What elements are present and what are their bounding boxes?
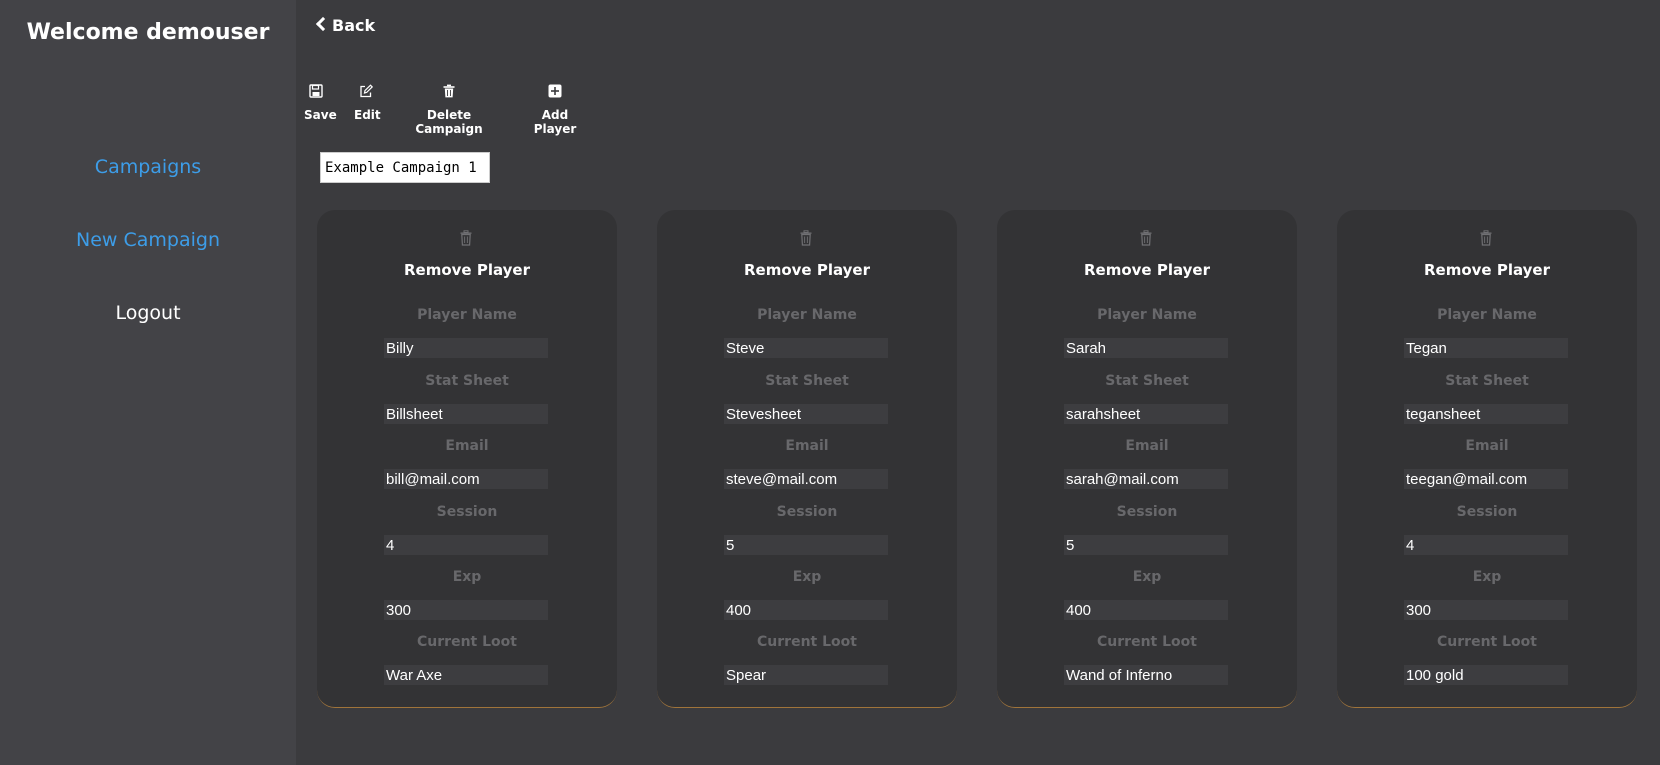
exp-input[interactable] — [1404, 600, 1568, 620]
delete-campaign-label: Delete Campaign — [415, 108, 483, 136]
trash-icon[interactable] — [1139, 230, 1153, 246]
delete-campaign-button[interactable]: Delete Campaign — [398, 84, 500, 136]
save-button[interactable]: Save — [304, 84, 337, 122]
session-label: Session — [1456, 504, 1518, 520]
email-input[interactable] — [1404, 469, 1568, 489]
session-label: Session — [1116, 504, 1178, 520]
player-card: Remove Player Player Name Stat Sheet Ema… — [997, 210, 1297, 708]
remove-player-button[interactable]: Remove Player — [317, 261, 617, 279]
exp-input[interactable] — [1064, 600, 1228, 620]
sidebar: Welcome demouser Campaigns New Campaign … — [0, 0, 296, 765]
exp-label: Exp — [452, 569, 482, 585]
session-input[interactable] — [724, 535, 888, 555]
nav-new-campaign-link[interactable]: New Campaign — [0, 229, 296, 251]
trash-icon — [443, 84, 455, 98]
add-player-button[interactable]: Add Player — [522, 84, 588, 136]
player-name-input[interactable] — [1404, 338, 1568, 358]
edit-label: Edit — [354, 108, 381, 122]
nav-campaigns-link[interactable]: Campaigns — [0, 156, 296, 178]
player-name-input[interactable] — [384, 338, 548, 358]
session-label: Session — [436, 504, 498, 520]
trash-icon[interactable] — [1479, 230, 1493, 246]
email-label: Email — [785, 438, 829, 454]
remove-player-button[interactable]: Remove Player — [657, 261, 957, 279]
current-loot-label: Current Loot — [1097, 634, 1197, 650]
back-label: Back — [332, 16, 376, 35]
save-label: Save — [304, 108, 337, 122]
email-input[interactable] — [1064, 469, 1228, 489]
stat-sheet-label: Stat Sheet — [765, 373, 849, 389]
exp-input[interactable] — [724, 600, 888, 620]
current-loot-label: Current Loot — [417, 634, 517, 650]
campaign-name-input[interactable] — [320, 152, 490, 183]
player-name-input[interactable] — [724, 338, 888, 358]
stat-sheet-input[interactable] — [384, 404, 548, 424]
email-label: Email — [1465, 438, 1509, 454]
current-loot-input[interactable] — [1064, 665, 1228, 685]
player-name-label: Player Name — [757, 307, 857, 323]
session-input[interactable] — [1064, 535, 1228, 555]
plus-square-icon — [548, 84, 562, 98]
current-loot-input[interactable] — [724, 665, 888, 685]
pencil-square-icon — [360, 84, 373, 98]
player-card: Remove Player Player Name Stat Sheet Ema… — [317, 210, 617, 708]
welcome-heading: Welcome demouser — [26, 20, 270, 45]
exp-label: Exp — [1132, 569, 1162, 585]
session-input[interactable] — [1404, 535, 1568, 555]
player-name-label: Player Name — [1437, 307, 1537, 323]
exp-input[interactable] — [384, 600, 548, 620]
main-content: Back Save Edit Delete Campaign Add Playe… — [296, 0, 1660, 765]
remove-player-button[interactable]: Remove Player — [997, 261, 1297, 279]
current-loot-input[interactable] — [384, 665, 548, 685]
session-input[interactable] — [384, 535, 548, 555]
exp-label: Exp — [1472, 569, 1502, 585]
remove-player-button[interactable]: Remove Player — [1337, 261, 1637, 279]
stat-sheet-input[interactable] — [724, 404, 888, 424]
email-input[interactable] — [724, 469, 888, 489]
add-player-label: Add Player — [533, 108, 577, 136]
stat-sheet-label: Stat Sheet — [425, 373, 509, 389]
session-label: Session — [776, 504, 838, 520]
stat-sheet-input[interactable] — [1064, 404, 1228, 424]
player-name-label: Player Name — [1097, 307, 1197, 323]
player-card: Remove Player Player Name Stat Sheet Ema… — [1337, 210, 1637, 708]
stat-sheet-label: Stat Sheet — [1445, 373, 1529, 389]
player-card: Remove Player Player Name Stat Sheet Ema… — [657, 210, 957, 708]
trash-icon[interactable] — [799, 230, 813, 246]
floppy-disk-icon — [309, 84, 323, 98]
current-loot-label: Current Loot — [1437, 634, 1537, 650]
email-input[interactable] — [384, 469, 548, 489]
nav-logout-link[interactable]: Logout — [0, 302, 296, 324]
player-name-input[interactable] — [1064, 338, 1228, 358]
current-loot-input[interactable] — [1404, 665, 1568, 685]
player-name-label: Player Name — [417, 307, 517, 323]
edit-button[interactable]: Edit — [354, 84, 381, 122]
email-label: Email — [445, 438, 489, 454]
stat-sheet-label: Stat Sheet — [1105, 373, 1189, 389]
back-button[interactable]: Back — [315, 16, 376, 35]
email-label: Email — [1125, 438, 1169, 454]
exp-label: Exp — [792, 569, 822, 585]
current-loot-label: Current Loot — [757, 634, 857, 650]
chevron-left-icon — [315, 16, 331, 32]
trash-icon[interactable] — [459, 230, 473, 246]
stat-sheet-input[interactable] — [1404, 404, 1568, 424]
